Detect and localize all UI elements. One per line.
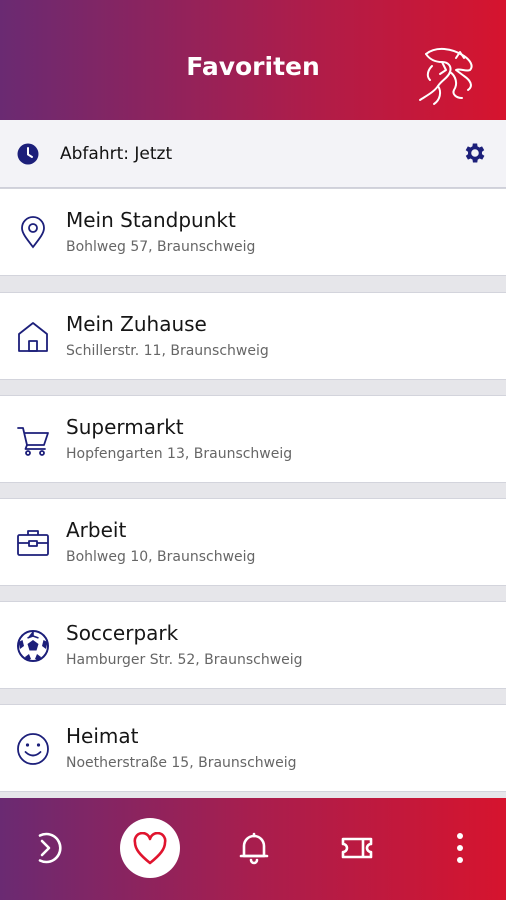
favorite-address: Bohlweg 57, Braunschweig <box>66 239 256 255</box>
journey-arrow-icon <box>38 832 62 864</box>
shopping-cart-icon <box>17 427 49 456</box>
favorite-address: Bohlweg 10, Braunschweig <box>66 549 256 565</box>
favorite-address: Schillerstr. 11, Braunschweig <box>66 343 269 359</box>
gear-icon[interactable] <box>462 140 488 166</box>
favorite-name: Mein Zuhause <box>66 312 207 336</box>
soccer-ball-icon <box>17 630 49 662</box>
more-vertical-icon <box>457 833 463 863</box>
favorite-item-heimat[interactable]: Heimat Noetherstraße 15, Braunschweig <box>0 704 506 792</box>
favorite-address: Hopfengarten 13, Braunschweig <box>66 446 293 462</box>
nav-favorites-button[interactable] <box>120 818 180 878</box>
favorite-item-mein-zuhause[interactable]: Mein Zuhause Schillerstr. 11, Braunschwe… <box>0 292 506 380</box>
favorite-address: Hamburger Str. 52, Braunschweig <box>66 652 303 668</box>
favorite-name: Soccerpark <box>66 621 179 645</box>
bottom-nav <box>0 798 506 900</box>
briefcase-icon <box>17 530 49 556</box>
favorite-name: Heimat <box>66 724 139 748</box>
smiley-icon <box>17 733 49 765</box>
ticket-icon <box>341 837 373 859</box>
heart-icon <box>133 832 167 865</box>
favorite-item-arbeit[interactable]: Arbeit Bohlweg 10, Braunschweig <box>0 498 506 586</box>
nav-notifications-button[interactable] <box>224 818 284 878</box>
favorite-item-soccerpark[interactable]: Soccerpark Hamburger Str. 52, Braunschwe… <box>0 601 506 689</box>
favorite-name: Supermarkt <box>66 415 184 439</box>
location-pin-icon <box>21 216 45 249</box>
nav-journey-button[interactable] <box>16 818 76 878</box>
app-header: Favoriten <box>0 0 506 120</box>
departure-label: Abfahrt: Jetzt <box>60 144 173 164</box>
bell-icon <box>239 832 269 865</box>
lion-logo-icon <box>419 48 473 105</box>
favorite-name: Arbeit <box>66 518 127 542</box>
nav-tickets-button[interactable] <box>327 818 387 878</box>
favorite-item-supermarkt[interactable]: Supermarkt Hopfengarten 13, Braunschweig <box>0 395 506 483</box>
nav-more-button[interactable] <box>430 818 490 878</box>
departure-bar[interactable]: Abfahrt: Jetzt <box>0 120 506 188</box>
clock-icon <box>17 143 39 165</box>
favorite-address: Noetherstraße 15, Braunschweig <box>66 755 297 771</box>
favorite-name: Mein Standpunkt <box>66 208 236 232</box>
home-icon <box>18 322 48 352</box>
favorite-item-mein-standpunkt[interactable]: Mein Standpunkt Bohlweg 57, Braunschweig <box>0 188 506 276</box>
